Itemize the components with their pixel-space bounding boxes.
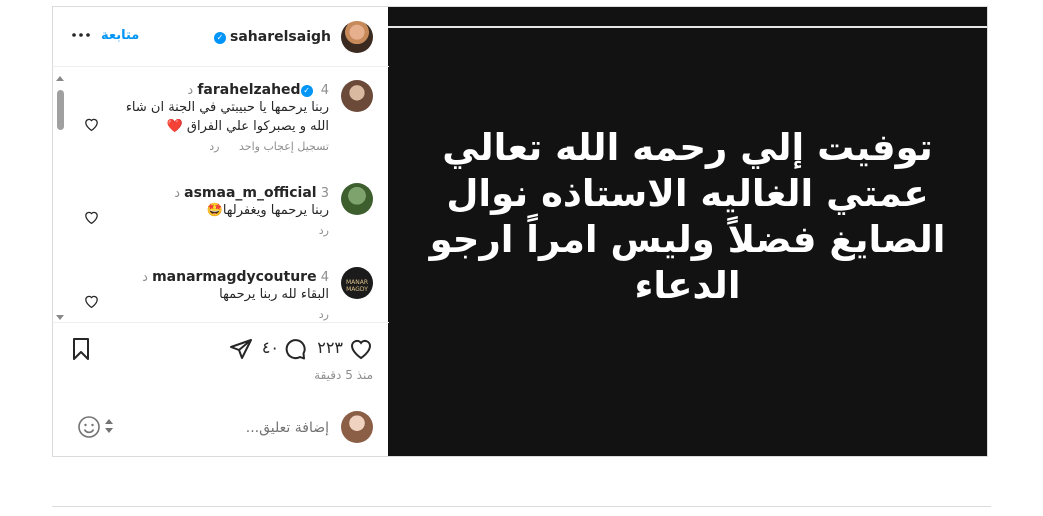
emoji-picker-icon[interactable] bbox=[77, 415, 101, 439]
commenter-username[interactable]: asmaa_m_official bbox=[184, 185, 316, 201]
add-comment-bar bbox=[53, 399, 389, 456]
comment-body: asmaa_m_official 3 د ربنا يرحمها ويغفرله… bbox=[119, 185, 329, 237]
post-side-panel: ✓ saharelsaigh متابعة farahelzahed ✓ 4 د… bbox=[53, 7, 389, 456]
page-divider bbox=[52, 506, 991, 507]
comment-meta: تسجيل إعجاب واحد رد bbox=[119, 140, 329, 153]
commenter-avatar[interactable] bbox=[341, 80, 373, 112]
verified-badge-icon: ✓ bbox=[214, 32, 227, 44]
post-header: ✓ saharelsaigh متابعة bbox=[53, 7, 389, 67]
share-icon[interactable] bbox=[229, 337, 253, 361]
commenter-username[interactable]: farahelzahed bbox=[197, 82, 300, 98]
comment-item: asmaa_m_official 3 د ربنا يرحمها ويغفرله… bbox=[53, 183, 389, 263]
media-divider-line bbox=[388, 26, 987, 28]
comment-header: manarmagdycouture 4 د bbox=[119, 269, 329, 285]
comment-meta: رد bbox=[119, 224, 329, 237]
comment-input[interactable] bbox=[127, 419, 331, 437]
comment-like-count[interactable]: تسجيل إعجاب واحد bbox=[239, 140, 329, 153]
current-user-avatar bbox=[341, 411, 373, 443]
more-options-icon[interactable] bbox=[71, 28, 91, 42]
comment-meta: رد bbox=[119, 308, 329, 321]
stepper-arrows-icon[interactable] bbox=[105, 417, 113, 435]
comment-text: البقاء لله ربنا يرحمها bbox=[219, 287, 329, 302]
post-image-text: توفيت إلي رحمه الله تعالي عمتي الغاليه ا… bbox=[429, 126, 946, 307]
verified-badge-icon: ✓ bbox=[300, 85, 313, 97]
comment-count[interactable]: ٤٠ bbox=[262, 338, 279, 357]
comment-header: farahelzahed ✓ 4 د bbox=[119, 82, 329, 98]
like-count[interactable]: ٢٢٣ bbox=[317, 338, 343, 357]
comment-body: manarmagdycouture 4 د البقاء لله ربنا ير… bbox=[119, 269, 329, 321]
avatar-logo-text: MANAR MAGDY bbox=[345, 279, 369, 293]
commenter-avatar[interactable]: MANAR MAGDY bbox=[341, 267, 373, 299]
commenter-username[interactable]: manarmagdycouture bbox=[152, 269, 317, 285]
comment-icon[interactable] bbox=[283, 337, 307, 361]
comment-like-heart-icon[interactable] bbox=[83, 293, 100, 309]
post-actions-bar: ٢٢٣ ٤٠ bbox=[53, 335, 389, 365]
author-username[interactable]: ✓ saharelsaigh bbox=[214, 29, 331, 45]
comments-list[interactable]: farahelzahed ✓ 4 د ربنا يرحمها يا حبيبتي … bbox=[53, 68, 389, 323]
comment-like-heart-icon[interactable] bbox=[83, 209, 100, 225]
comment-header: asmaa_m_official 3 د bbox=[119, 185, 329, 201]
heart-icon[interactable] bbox=[349, 337, 373, 361]
comment-body: farahelzahed ✓ 4 د ربنا يرحمها يا حبيبتي … bbox=[119, 82, 329, 153]
reply-button[interactable]: رد bbox=[319, 224, 329, 237]
post-media[interactable]: توفيت إلي رحمه الله تعالي عمتي الغاليه ا… bbox=[388, 7, 987, 456]
reply-button[interactable]: رد bbox=[209, 140, 219, 153]
author-username-text[interactable]: saharelsaigh bbox=[230, 29, 331, 45]
comment-text: ربنا يرحمها ويغفرلها🤩 bbox=[206, 203, 329, 218]
comment-text: ربنا يرحمها يا حبيبتي في الجنة ان شاء ال… bbox=[125, 100, 329, 134]
reply-button[interactable]: رد bbox=[319, 308, 329, 321]
post-time-ago: منذ 5 دقيقة bbox=[314, 368, 373, 382]
author-avatar[interactable] bbox=[341, 21, 373, 53]
save-bookmark-icon[interactable] bbox=[69, 337, 93, 361]
instagram-post: توفيت إلي رحمه الله تعالي عمتي الغاليه ا… bbox=[52, 6, 988, 457]
commenter-avatar[interactable] bbox=[341, 183, 373, 215]
comment-item: MANAR MAGDY manarmagdycouture 4 د البقاء… bbox=[53, 267, 389, 322]
comment-like-heart-icon[interactable] bbox=[83, 116, 100, 132]
comment-item: farahelzahed ✓ 4 د ربنا يرحمها يا حبيبتي … bbox=[53, 80, 389, 180]
follow-button[interactable]: متابعة bbox=[101, 28, 139, 43]
